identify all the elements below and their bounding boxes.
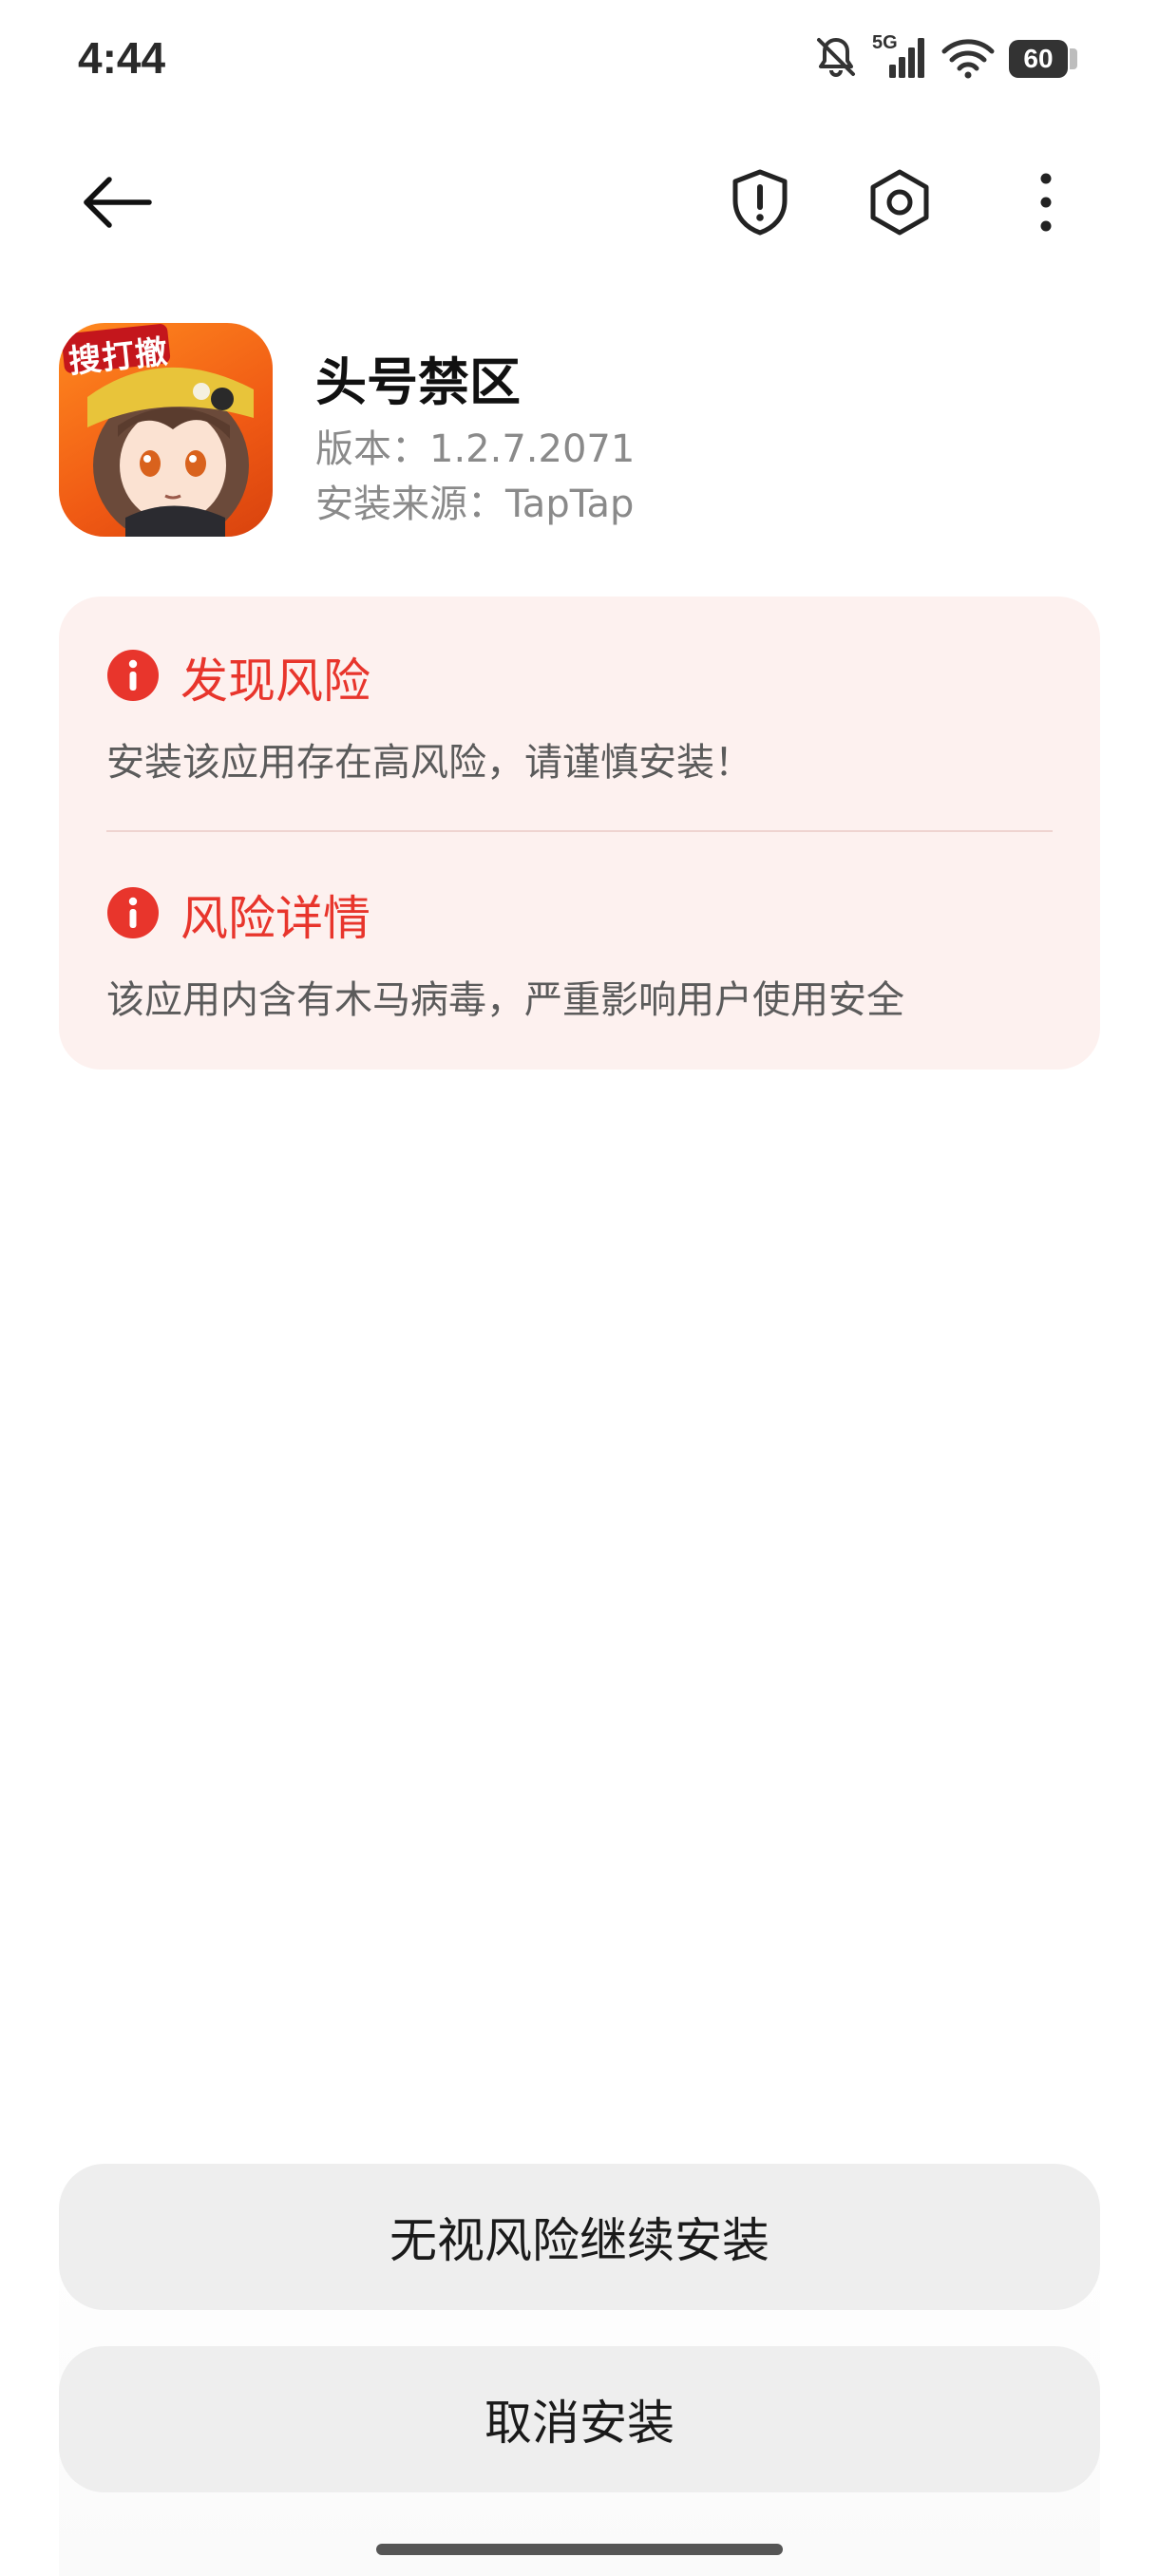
status-time: 4:44 — [78, 33, 166, 83]
risk-found-description: 安装该应用存在高风险，请谨慎安装！ — [106, 741, 752, 785]
risk-details-section: 风险详情 该应用内含有木马病毒，严重影响用户使用安全 — [106, 881, 1056, 1024]
home-indicator[interactable] — [376, 2544, 783, 2555]
risk-found-title: 发现风险 — [180, 653, 370, 709]
app-name: 头号禁区 — [315, 352, 521, 412]
battery-level: 60 — [1009, 40, 1068, 78]
info-alert-icon — [106, 649, 160, 706]
install-source: 安装来源：TapTap — [315, 483, 635, 526]
risk-card: 发现风险 安装该应用存在高风险，请谨慎安装！ 风险详情 该应用内含有木马病毒，严… — [59, 597, 1100, 1070]
risk-divider — [106, 830, 1053, 832]
settings-button[interactable] — [847, 152, 952, 256]
app-version: 版本：1.2.7.2071 — [315, 427, 636, 471]
info-alert-icon — [106, 886, 160, 943]
network-label: 5G — [872, 32, 898, 53]
back-button[interactable] — [65, 152, 169, 256]
hexagon-settings-icon — [866, 168, 933, 240]
arrow-left-icon — [79, 174, 155, 235]
bell-off-icon — [813, 34, 859, 84]
signal-5g-icon: 5G — [872, 32, 927, 82]
status-bar: 4:44 5G 60 — [0, 0, 1159, 123]
cancel-install-button[interactable]: 取消安装 — [59, 2346, 1100, 2492]
battery-tip — [1070, 48, 1077, 69]
more-vertical-icon — [1036, 169, 1055, 239]
wifi-icon — [940, 34, 996, 84]
app-header: 搜打撤 头号禁区 版本：1.2.7.2071 安装来源：TapTap — [59, 323, 1104, 541]
shield-alert-icon — [730, 168, 790, 240]
status-icons: 5G 60 — [813, 32, 1081, 84]
risk-details-title: 风险详情 — [180, 891, 370, 946]
risk-details-description: 该应用内含有木马病毒，严重影响用户使用安全 — [106, 978, 904, 1022]
risk-found-section: 发现风险 安装该应用存在高风险，请谨慎安装！ — [106, 644, 1056, 786]
risk-details-header: 风险详情 — [106, 881, 1056, 948]
top-action-bar — [0, 152, 1159, 256]
more-options-button[interactable] — [994, 152, 1098, 256]
risk-found-header: 发现风险 — [106, 644, 1056, 710]
app-icon: 搜打撤 — [59, 323, 273, 537]
security-button[interactable] — [708, 152, 812, 256]
bottom-action-area: 无视风险继续安装 取消安装 — [59, 2164, 1100, 2576]
continue-install-button[interactable]: 无视风险继续安装 — [59, 2164, 1100, 2310]
battery-icon: 60 — [1009, 40, 1081, 78]
